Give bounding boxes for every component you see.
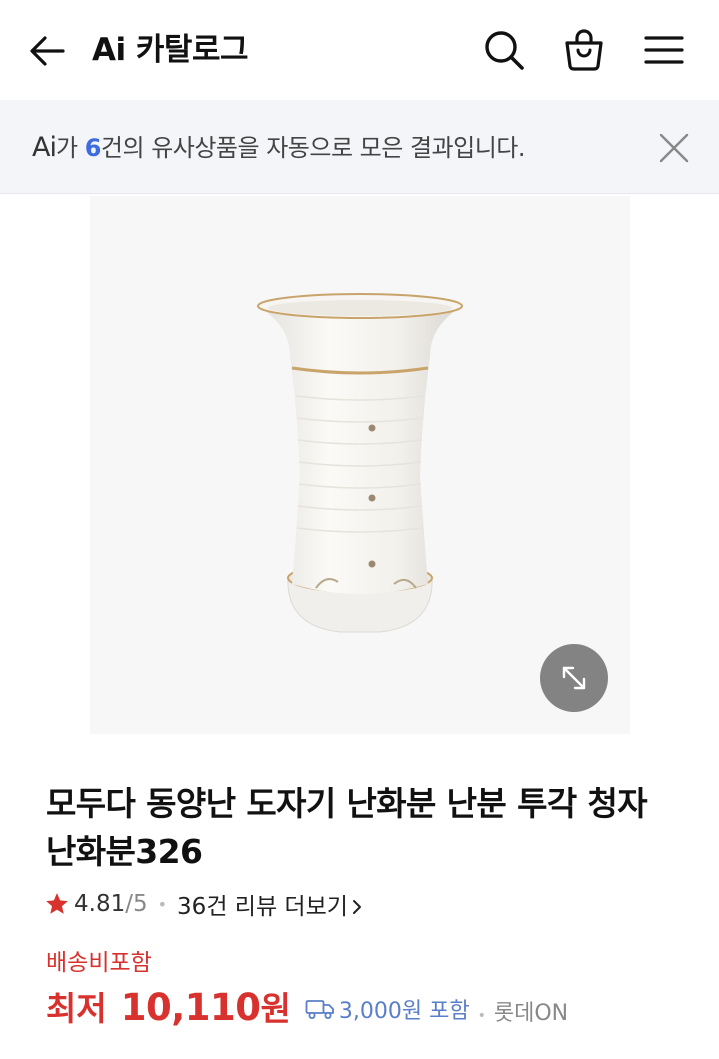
notice-close-button[interactable] xyxy=(652,126,696,170)
expand-arrows-icon xyxy=(562,666,586,690)
page-title: Ai 카탈로그 xyxy=(92,32,249,68)
back-button[interactable] xyxy=(24,28,70,74)
rating-max: /5 xyxy=(125,891,148,917)
separator-dot: • xyxy=(157,894,168,914)
delivery-fee-text: 3,000원 포함 xyxy=(338,999,470,1024)
delivery-truck-icon xyxy=(305,1000,334,1019)
shipping-included-label: 배송비포함 xyxy=(46,950,152,976)
menu-button[interactable] xyxy=(640,26,688,74)
price-value: 10,110 xyxy=(120,986,261,1029)
notice-text-after: 건의 유사상품을 자동으로 모은 결과입니다. xyxy=(100,134,526,162)
seller-name[interactable]: 롯데ON xyxy=(494,995,568,1027)
shopping-bag-icon xyxy=(565,29,603,71)
star-icon xyxy=(46,893,68,914)
notice-text-before: 가 xyxy=(55,134,85,162)
ai-notice-text: Ai가 6건의 유사상품을 자동으로 모은 결과입니다. xyxy=(32,130,526,166)
ai-logo: Ai xyxy=(32,132,57,163)
chevron-right-icon xyxy=(352,900,361,914)
separator-dot: • xyxy=(477,1008,486,1024)
image-zoom-button[interactable] xyxy=(540,644,608,712)
review-more-link[interactable]: 36건 리뷰 더보기 xyxy=(177,887,364,921)
review-link-label: 36건 리뷰 더보기 xyxy=(177,894,348,920)
similar-count: 6 xyxy=(84,134,102,162)
rating-row: 4.81 /5 • 36건 리뷰 더보기 xyxy=(44,886,364,922)
search-button[interactable] xyxy=(480,26,528,74)
ai-notice-bar: Ai가 6건의 유사상품을 자동으로 모은 결과입니다. xyxy=(0,100,719,194)
close-icon xyxy=(659,133,689,163)
price-row: 최저 10,110 원 3,000원 포함 • 롯데ON xyxy=(46,982,568,1032)
delivery-fee: 3,000원 포함 xyxy=(305,993,470,1025)
cart-button[interactable] xyxy=(560,26,608,74)
app-header: Ai 카탈로그 xyxy=(0,0,719,100)
price-prefix: 최저 xyxy=(46,989,107,1028)
arrow-left-icon xyxy=(30,36,65,66)
search-icon xyxy=(485,31,524,70)
rating-score: 4.81 xyxy=(74,891,126,917)
price-unit: 원 xyxy=(260,989,291,1028)
product-name: 모두다 동양난 도자기 난화분 난분 투각 청자 난화분326 xyxy=(46,784,648,871)
hamburger-menu-icon xyxy=(644,36,684,64)
